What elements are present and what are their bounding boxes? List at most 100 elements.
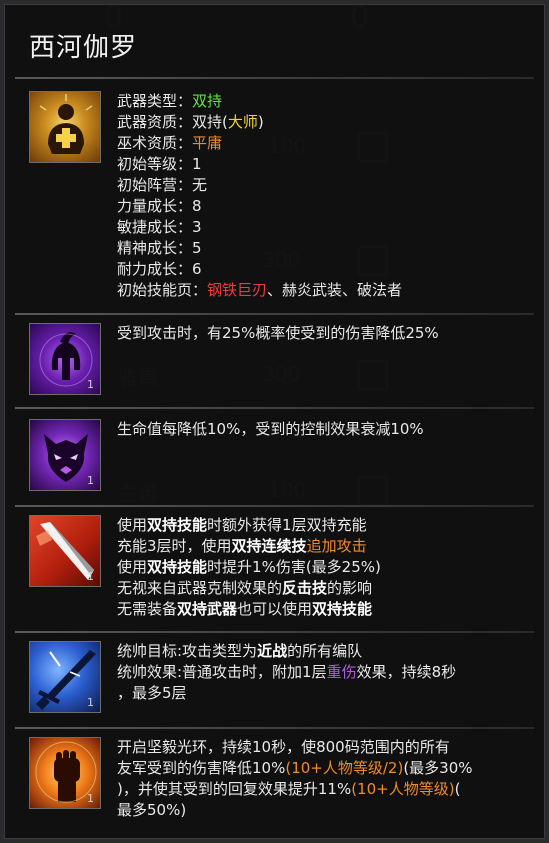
skill-row: 1 使用双持技能时额外获得1层双持充能 充能3层时，使用双持连续技追加攻击 使用双持… (29, 515, 534, 625)
stat-value: 无 (192, 176, 208, 194)
skill-description: 生命值每降低10%，受到的控制效果衰减10% (117, 419, 526, 440)
description-segment: 反击技 (282, 579, 328, 597)
stat-line: 力量成长：8 (117, 196, 526, 217)
demon-mask-icon: 1 (29, 419, 101, 491)
stat-value: 6 (192, 260, 202, 278)
description-segment: 时提升1%伤害(最多25%) (207, 558, 381, 576)
divider (15, 505, 534, 507)
stat-label: 武器类型 (117, 92, 178, 110)
skill-description: 受到攻击时，有25%概率使受到的伤害降低25% (117, 323, 526, 344)
skill-level: 1 (87, 792, 94, 805)
stat-label: 武器资质 (117, 113, 178, 131)
person-plus-icon (39, 94, 93, 154)
description-line: ，最多5层 (117, 683, 526, 704)
description-segment: 的所有编队 (287, 642, 363, 660)
skill-row: 1 开启坚毅光环，持续10秒，使800码范围内的所有 友军受到的伤害降低10%(1… (29, 737, 534, 827)
skill-description: 统帅目标:攻击类型为近战的所有编队 统帅效果:普通攻击时，附加1层重伤效果，持续8… (117, 641, 526, 704)
stat-value: 8 (192, 197, 202, 215)
stat-value: 3 (192, 218, 202, 236)
description-segment: 双持武器 (177, 600, 238, 618)
stat-line: 耐力成长：6 (117, 259, 526, 280)
stat-line: 巫术资质：平庸 (117, 133, 526, 154)
description-segment: 使用 (117, 558, 148, 576)
description-segment: 时额外获得1层双持充能 (207, 516, 367, 534)
stat-value: ) (257, 113, 264, 131)
description-line: 友军受到的伤害降低10%(10+人物等级/2)(最多30% (117, 758, 526, 779)
skill-row: 1 生命值每降低10%，受到的控制效果衰减10% (29, 419, 534, 495)
stat-label: 耐力成长 (117, 260, 178, 278)
description-line: 使用双持技能时额外获得1层双持充能 (117, 515, 526, 536)
description-segment: 也可以使用 (237, 600, 313, 618)
hero-info-row: 武器类型：双持 武器资质：双持(大师) 巫术资质：平庸 初始等级：1 初始阵营：无 力量成… (29, 91, 534, 309)
hero-name: 西河伽罗 (29, 33, 138, 63)
description-segment: 双持技能 (147, 516, 208, 534)
skill-level: 1 (87, 378, 94, 391)
description-segment: 友军受到的伤害降低10% (117, 759, 286, 777)
stat-line: 武器类型：双持 (117, 91, 526, 112)
description-segment: )，并使其受到的回复效果提升11% (117, 780, 352, 798)
stat-value: 平庸 (192, 134, 223, 152)
stat-colon: ： (177, 239, 193, 257)
description-segment: (10+人物等级/2) (285, 759, 404, 777)
stat-colon: ： (177, 92, 193, 110)
description-segment: 双持技能 (312, 600, 373, 618)
description-line: 统帅效果:普通攻击时，附加1层重伤效果，持续8秒 (117, 662, 526, 683)
stat-value: 1 (192, 155, 202, 173)
stat-colon: ： (177, 155, 193, 173)
description-segment: 无视来自武器克制效果的 (117, 579, 283, 597)
hero-class-icon (29, 91, 101, 163)
stat-label: 巫术资质 (117, 134, 178, 152)
description-segment: (最多30% (403, 759, 473, 777)
stat-colon: ： (177, 218, 193, 236)
description-segment: 近战 (257, 642, 288, 660)
description-line: 无视来自武器克制效果的反击技的影响 (117, 578, 526, 599)
stat-label: 初始等级 (117, 155, 178, 173)
stat-colon: ： (192, 281, 208, 299)
stat-colon: ： (177, 134, 193, 152)
description-line: 无需装备双持武器也可以使用双持技能 (117, 599, 526, 620)
stat-colon: ： (177, 176, 193, 194)
description-segment: 最多50%) (117, 801, 187, 819)
stat-colon: ： (177, 260, 193, 278)
description-segment: 的影响 (327, 579, 373, 597)
description-segment: 追加攻击 (306, 537, 367, 555)
description-line: )，并使其受到的回复效果提升11%(10+人物等级)( (117, 779, 526, 800)
description-segment: ，最多5层 (117, 684, 187, 702)
description-line: 最多50%) (117, 800, 526, 821)
stat-label: 初始技能页 (117, 281, 193, 299)
description-segment: ( (454, 780, 461, 798)
stat-label: 力量成长 (117, 197, 178, 215)
stat-label: 敏捷成长 (117, 218, 178, 236)
description-line: 充能3层时，使用双持连续技追加攻击 (117, 536, 526, 557)
description-segment: 双持技能 (147, 558, 208, 576)
stat-line: 初始等级：1 (117, 154, 526, 175)
skill-row: 1 受到攻击时，有25%概率使受到的伤害降低25% (29, 323, 534, 399)
description-line: 统帅目标:攻击类型为近战的所有编队 (117, 641, 526, 662)
stat-value: 、赫炎武装、破法者 (267, 281, 403, 299)
blue-sword-icon: 1 (29, 641, 101, 713)
skill-description: 开启坚毅光环，持续10秒，使800码范围内的所有 友军受到的伤害降低10%(10+… (117, 737, 526, 821)
stat-value: 5 (192, 239, 202, 257)
raised-fist-icon: 1 (29, 737, 101, 809)
divider (15, 727, 534, 729)
description-segment: 双持连续技 (231, 537, 307, 555)
divider (15, 77, 534, 79)
stat-line: 武器资质：双持(大师) (117, 112, 526, 133)
description-line: 使用双持技能时提升1%伤害(最多25%) (117, 557, 526, 578)
description-segment: 重伤 (326, 663, 357, 681)
stat-line: 初始技能页：钢铁巨刃、赫炎武装、破法者 (117, 280, 526, 301)
stat-value: 双持( (192, 113, 228, 131)
description-segment: 无需装备 (117, 600, 178, 618)
description-segment: 使用 (117, 516, 148, 534)
description-segment: 效果，持续8秒 (356, 663, 457, 681)
description-segment: 开启坚毅光环，持续10秒，使800码范围内的所有 (117, 738, 450, 756)
divider (15, 407, 534, 409)
stat-line: 精神成长：5 (117, 238, 526, 259)
stat-line: 敏捷成长：3 (117, 217, 526, 238)
hero-stats: 武器类型：双持 武器资质：双持(大师) 巫术资质：平庸 初始等级：1 初始阵营：无 力量成… (117, 91, 526, 301)
stat-colon: ： (177, 113, 193, 131)
description-segment: 统帅目标:攻击类型为 (117, 642, 258, 660)
description-line: 生命值每降低10%，受到的控制效果衰减10% (117, 419, 526, 440)
stat-value: 双持 (192, 92, 223, 110)
divider (15, 313, 534, 315)
